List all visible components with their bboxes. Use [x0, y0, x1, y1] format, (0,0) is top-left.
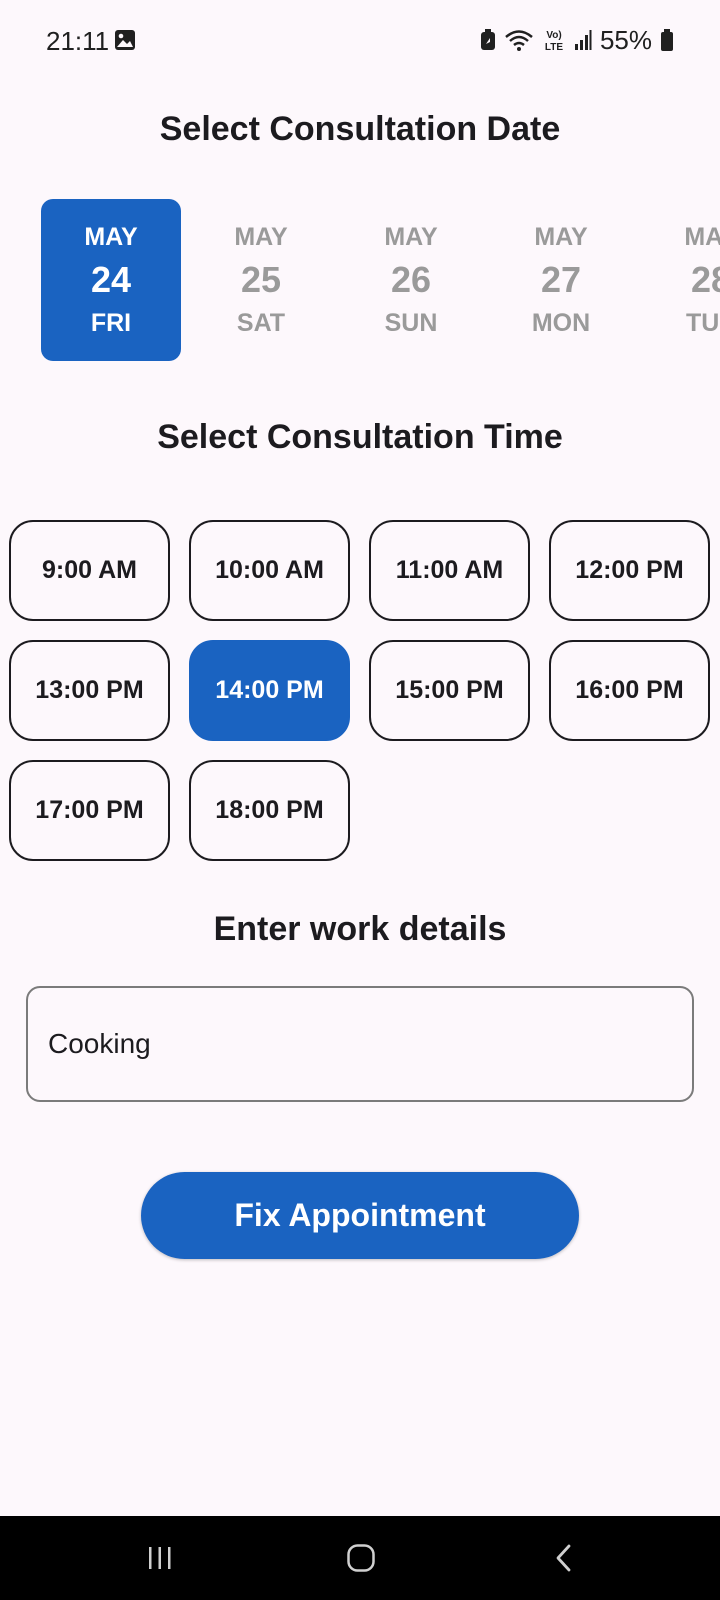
work-details-title: Enter work details — [213, 910, 507, 948]
time-section-title: Select Consultation Time — [157, 418, 563, 456]
date-day: 25 — [240, 259, 282, 300]
recents-icon[interactable] — [140, 1538, 180, 1578]
fix-appointment-button[interactable]: Fix Appointment — [141, 1172, 579, 1259]
date-card[interactable]: MAY 28 TUE — [641, 199, 720, 361]
date-card[interactable]: MAY 25 SAT — [191, 199, 331, 361]
volte-lte-icon: Vo) LTE — [545, 30, 563, 53]
time-slot[interactable]: 10:00 AM — [189, 520, 350, 621]
gallery-icon — [115, 30, 135, 50]
status-time: 21:11 — [46, 26, 110, 56]
status-icons: Vo) LTE 55% — [480, 24, 674, 56]
back-icon[interactable] — [544, 1538, 584, 1578]
time-slot-selected[interactable]: 14:00 PM — [189, 640, 350, 741]
time-slot[interactable]: 17:00 PM — [9, 760, 170, 861]
time-slot[interactable]: 15:00 PM — [369, 640, 530, 741]
date-weekday: SAT — [236, 309, 286, 337]
date-weekday: SUN — [384, 309, 438, 337]
signal-icon — [574, 30, 592, 50]
battery-percentage: 55% — [599, 24, 652, 55]
date-section-title: Select Consultation Date — [159, 110, 561, 148]
svg-text:Vo): Vo) — [546, 30, 561, 41]
svg-text:LTE: LTE — [545, 42, 563, 53]
date-month: MAY — [534, 223, 588, 251]
date-card[interactable]: MAY 24 FRI — [41, 199, 181, 361]
date-month: MAY — [84, 223, 138, 251]
date-day: 28 — [690, 259, 720, 300]
date-day: 24 — [90, 259, 132, 300]
date-day: 27 — [540, 259, 582, 300]
date-card[interactable]: MAY 27 MON — [491, 199, 631, 361]
time-slot[interactable]: 16:00 PM — [549, 640, 710, 741]
time-slot[interactable]: 18:00 PM — [189, 760, 350, 861]
time-slot[interactable]: 9:00 AM — [9, 520, 170, 621]
work-details-input[interactable] — [26, 986, 694, 1102]
date-picker-strip[interactable]: MAY 24 FRI MAY 25 SAT MAY 26 SUN MAY 27 … — [0, 196, 720, 364]
date-weekday: FRI — [90, 309, 132, 337]
date-weekday: TUE — [686, 309, 720, 337]
time-slot[interactable]: 12:00 PM — [549, 520, 710, 621]
status-bar: 21:11 Vo) LTE 55% — [0, 0, 720, 80]
date-month: MAY — [684, 223, 720, 251]
system-nav-bar — [0, 1516, 720, 1600]
date-card[interactable]: MAY 26 SUN — [341, 199, 481, 361]
time-slot[interactable]: 11:00 AM — [369, 520, 530, 621]
wifi-icon — [505, 30, 533, 51]
home-icon[interactable] — [341, 1538, 381, 1578]
date-month: MAY — [384, 223, 438, 251]
battery-saver-icon — [480, 29, 495, 50]
date-weekday: MON — [531, 309, 591, 337]
battery-icon — [661, 29, 673, 51]
time-slot[interactable]: 13:00 PM — [9, 640, 170, 741]
date-day: 26 — [390, 259, 432, 300]
appointment-screen: 21:11 Vo) LTE 55% Select Consultation Da… — [0, 0, 720, 1600]
date-month: MAY — [234, 223, 288, 251]
